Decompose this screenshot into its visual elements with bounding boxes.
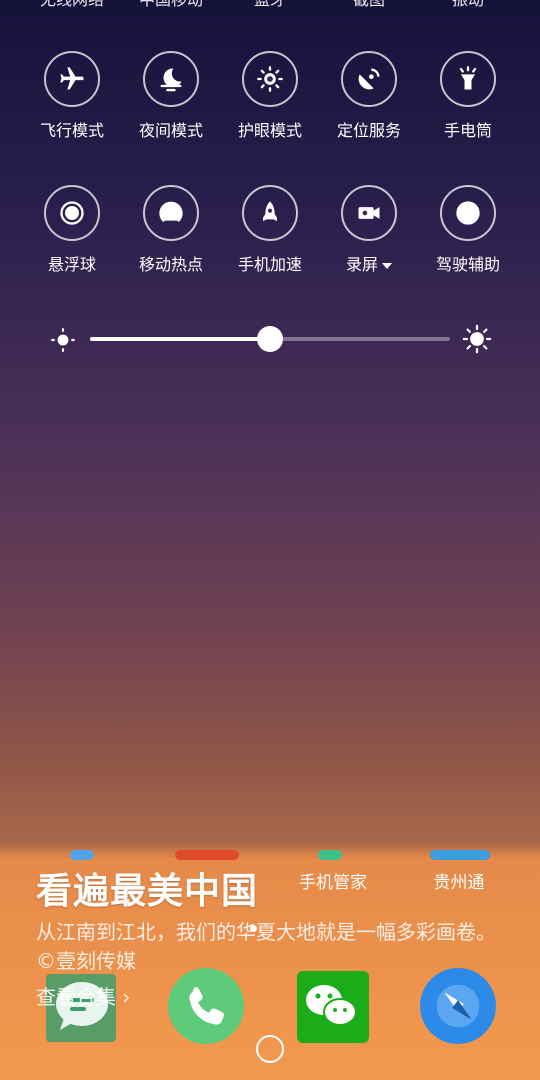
- tile-label: 定位服务: [336, 121, 401, 140]
- banner-link-label: 查看合集: [36, 985, 116, 1009]
- airplane-icon: [44, 51, 100, 107]
- brightness-slider[interactable]: [90, 326, 450, 352]
- brightness-slider-handle[interactable]: [257, 326, 283, 352]
- moon-icon: [143, 51, 199, 107]
- app-label-phone-manager[interactable]: 手机管家: [273, 868, 393, 893]
- quick-settings-top-row: 无线网络 中国移动 蓝牙 截图 振动: [0, 0, 540, 10]
- flashlight-icon: [440, 51, 496, 107]
- banner-view-collection-link[interactable]: 查看合集 ›: [36, 981, 130, 1010]
- steering-wheel-icon: [440, 185, 496, 241]
- app-icon-peek: [70, 850, 94, 860]
- tile-airplane-mode[interactable]: 飞行模式: [22, 51, 122, 141]
- tile-label-screenshot[interactable]: 截图: [319, 0, 419, 10]
- tile-screen-record[interactable]: 录屏: [319, 185, 419, 275]
- tile-driving-assist[interactable]: 驾驶辅助: [418, 185, 518, 275]
- dropdown-caret-icon[interactable]: [382, 262, 392, 269]
- brightness-fill: [90, 337, 270, 341]
- phone-app-icon[interactable]: [168, 968, 244, 1044]
- floating-ball-icon: [44, 185, 100, 241]
- app-icon-peek: [318, 850, 342, 860]
- wechat-app-icon[interactable]: [294, 968, 370, 1044]
- tile-label: 飞行模式: [39, 121, 104, 140]
- tile-location[interactable]: 定位服务: [319, 51, 419, 141]
- tile-label: 悬浮球: [47, 255, 96, 274]
- tile-label: 移动热点: [138, 255, 203, 274]
- brightness-low-icon: [50, 327, 76, 357]
- home-button[interactable]: [256, 1035, 284, 1063]
- browser-app-icon[interactable]: [420, 968, 496, 1044]
- brightness-control: [50, 324, 492, 358]
- rocket-icon: [242, 185, 298, 241]
- tile-label: 驾驶辅助: [435, 255, 500, 274]
- page-indicator: [250, 925, 257, 932]
- tile-label: 护眼模式: [237, 121, 302, 140]
- tile-hotspot[interactable]: 移动热点: [121, 185, 221, 275]
- hotspot-icon: [143, 185, 199, 241]
- app-icon-peek: [175, 850, 239, 860]
- eye-care-icon: [242, 51, 298, 107]
- tile-label-wifi[interactable]: 无线网络: [22, 0, 122, 10]
- app-label-guizhoutong[interactable]: 贵州通: [399, 868, 519, 893]
- tile-night-mode[interactable]: 夜间模式: [121, 51, 221, 141]
- app-icon-peek: [430, 850, 490, 860]
- tile-label: 夜间模式: [138, 121, 203, 140]
- tile-label: 手机加速: [237, 255, 302, 274]
- tile-label-bluetooth[interactable]: 蓝牙: [220, 0, 320, 10]
- tile-label: 录屏: [345, 255, 378, 274]
- brightness-high-icon: [462, 324, 492, 358]
- tile-floating-ball[interactable]: 悬浮球: [22, 185, 122, 275]
- tile-phone-boost[interactable]: 手机加速: [220, 185, 320, 275]
- tile-label-vibrate[interactable]: 振动: [418, 0, 518, 10]
- tile-flashlight[interactable]: 手电筒: [418, 51, 518, 141]
- tile-label-carrier[interactable]: 中国移动: [121, 0, 221, 10]
- location-icon: [341, 51, 397, 107]
- chevron-right-icon: ›: [122, 985, 131, 1009]
- banner-title: 看遍最美中国: [36, 871, 259, 912]
- screen-record-icon: [341, 185, 397, 241]
- tile-label: 手电筒: [443, 121, 492, 140]
- tile-label-with-dropdown[interactable]: 录屏: [319, 251, 419, 275]
- tile-eye-care[interactable]: 护眼模式: [220, 51, 320, 141]
